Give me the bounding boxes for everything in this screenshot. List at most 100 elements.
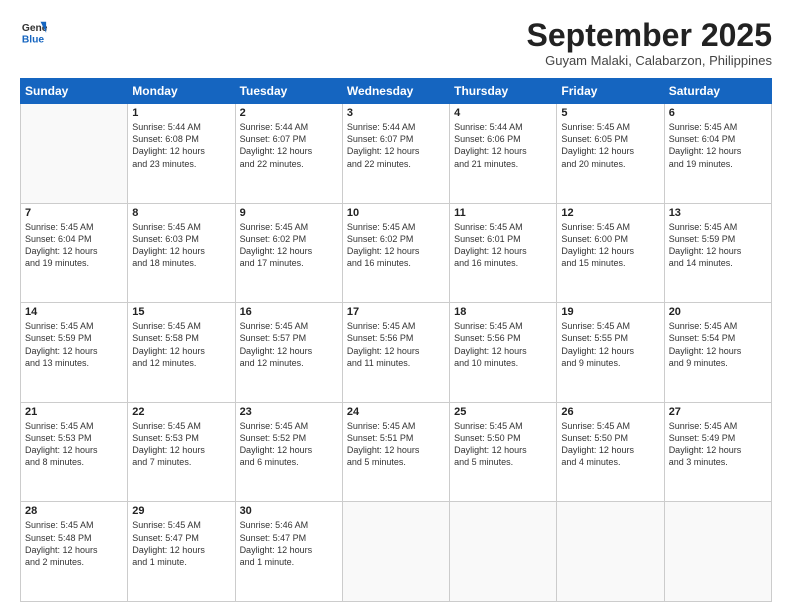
table-row: 17Sunrise: 5:45 AM Sunset: 5:56 PM Dayli… [342, 303, 449, 403]
table-row [342, 502, 449, 602]
day-info: Sunrise: 5:44 AM Sunset: 6:08 PM Dayligh… [132, 121, 230, 170]
table-row: 27 Sunrise: 5:45 AM Sunset: 5:49 PM Dayli… [664, 402, 771, 502]
day-info: Sunrise: 5:45 AM Sunset: 6:03 PM Dayligh… [132, 221, 230, 270]
day-info: Sunrise: 5:44 AM Sunset: 6:07 PM Dayligh… [347, 121, 445, 170]
svg-text:Blue: Blue [22, 34, 45, 45]
day-number: 1 [132, 107, 230, 119]
day-number: 26 [561, 406, 659, 418]
location: Guyam Malaki, Calabarzon, Philippines [527, 53, 772, 68]
col-friday: Friday [557, 79, 664, 104]
day-info: Sunrise: 5:45 AM Sunset: 5:50 PM Dayligh… [561, 420, 659, 469]
col-wednesday: Wednesday [342, 79, 449, 104]
day-number: 29 [132, 505, 230, 517]
title-block: September 2025 Guyam Malaki, Calabarzon,… [527, 18, 772, 68]
day-number: 6 [669, 107, 767, 119]
table-row: 7 Sunrise: 5:45 AM Sunset: 6:04 PM Daylig… [21, 203, 128, 303]
day-number: 19 [561, 306, 659, 318]
day-number: 8 [132, 207, 230, 219]
day-info: Sunrise: 5:45 AM Sunset: 5:49 PM Dayligh… [669, 420, 767, 469]
day-info: Sunrise: 5:45 AM Sunset: 5:56 PM Dayligh… [347, 320, 445, 369]
day-number: 10 [347, 207, 445, 219]
table-row: 20Sunrise: 5:45 AM Sunset: 5:54 PM Dayli… [664, 303, 771, 403]
table-row: 24 Sunrise: 5:45 AM Sunset: 5:51 PM Dayli… [342, 402, 449, 502]
day-number: 18 [454, 306, 552, 318]
table-row: 23 Sunrise: 5:45 AM Sunset: 5:52 PM Dayli… [235, 402, 342, 502]
day-info: Sunrise: 5:45 AM Sunset: 6:02 PM Dayligh… [240, 221, 338, 270]
day-number: 2 [240, 107, 338, 119]
logo-icon: General Blue [20, 18, 48, 46]
table-row: 13Sunrise: 5:45 AM Sunset: 5:59 PM Dayli… [664, 203, 771, 303]
table-row: 22 Sunrise: 5:45 AM Sunset: 5:53 PM Dayli… [128, 402, 235, 502]
table-row: 21Sunrise: 5:45 AM Sunset: 5:53 PM Dayli… [21, 402, 128, 502]
header: General Blue September 2025 Guyam Malaki… [20, 18, 772, 68]
day-number: 3 [347, 107, 445, 119]
day-info: Sunrise: 5:44 AM Sunset: 6:07 PM Dayligh… [240, 121, 338, 170]
day-info: Sunrise: 5:45 AM Sunset: 5:51 PM Dayligh… [347, 420, 445, 469]
table-row: 15Sunrise: 5:45 AM Sunset: 5:58 PM Dayli… [128, 303, 235, 403]
day-number: 14 [25, 306, 123, 318]
day-info: Sunrise: 5:45 AM Sunset: 5:52 PM Dayligh… [240, 420, 338, 469]
day-number: 7 [25, 207, 123, 219]
day-info: Sunrise: 5:46 AM Sunset: 5:47 PM Dayligh… [240, 519, 338, 568]
table-row [557, 502, 664, 602]
page: General Blue September 2025 Guyam Malaki… [0, 0, 792, 612]
day-info: Sunrise: 5:45 AM Sunset: 5:48 PM Dayligh… [25, 519, 123, 568]
table-row: 12 Sunrise: 5:45 AM Sunset: 6:00 PM Dayli… [557, 203, 664, 303]
table-row: 28 Sunrise: 5:45 AM Sunset: 5:48 PM Dayli… [21, 502, 128, 602]
day-info: Sunrise: 5:45 AM Sunset: 5:54 PM Dayligh… [669, 320, 767, 369]
day-number: 25 [454, 406, 552, 418]
day-number: 5 [561, 107, 659, 119]
table-row: 5 Sunrise: 5:45 AM Sunset: 6:05 PM Daylig… [557, 104, 664, 204]
day-number: 11 [454, 207, 552, 219]
table-row [21, 104, 128, 204]
table-row: 25 Sunrise: 5:45 AM Sunset: 5:50 PM Dayli… [450, 402, 557, 502]
col-monday: Monday [128, 79, 235, 104]
table-row: 14 Sunrise: 5:45 AM Sunset: 5:59 PM Dayli… [21, 303, 128, 403]
day-number: 4 [454, 107, 552, 119]
table-row: 29 Sunrise: 5:45 AM Sunset: 5:47 PM Dayli… [128, 502, 235, 602]
day-info: Sunrise: 5:45 AM Sunset: 5:47 PM Dayligh… [132, 519, 230, 568]
day-info: Sunrise: 5:45 AM Sunset: 6:04 PM Dayligh… [669, 121, 767, 170]
table-row: 19Sunrise: 5:45 AM Sunset: 5:55 PM Dayli… [557, 303, 664, 403]
calendar-header-row: Sunday Monday Tuesday Wednesday Thursday… [21, 79, 772, 104]
day-number: 24 [347, 406, 445, 418]
day-number: 27 [669, 406, 767, 418]
day-info: Sunrise: 5:45 AM Sunset: 6:01 PM Dayligh… [454, 221, 552, 270]
day-info: Sunrise: 5:45 AM Sunset: 6:05 PM Dayligh… [561, 121, 659, 170]
table-row: 18 Sunrise: 5:45 AM Sunset: 5:56 PM Dayli… [450, 303, 557, 403]
table-row: 11 Sunrise: 5:45 AM Sunset: 6:01 PM Dayli… [450, 203, 557, 303]
day-number: 21 [25, 406, 123, 418]
col-saturday: Saturday [664, 79, 771, 104]
table-row: 30 Sunrise: 5:46 AM Sunset: 5:47 PM Dayli… [235, 502, 342, 602]
table-row: 9 Sunrise: 5:45 AM Sunset: 6:02 PM Daylig… [235, 203, 342, 303]
day-info: Sunrise: 5:45 AM Sunset: 5:57 PM Dayligh… [240, 320, 338, 369]
day-number: 13 [669, 207, 767, 219]
day-info: Sunrise: 5:45 AM Sunset: 6:04 PM Dayligh… [25, 221, 123, 270]
table-row: 26 Sunrise: 5:45 AM Sunset: 5:50 PM Dayli… [557, 402, 664, 502]
table-row [450, 502, 557, 602]
logo: General Blue [20, 18, 48, 46]
table-row: 6 Sunrise: 5:45 AM Sunset: 6:04 PM Daylig… [664, 104, 771, 204]
day-number: 30 [240, 505, 338, 517]
table-row: 8 Sunrise: 5:45 AM Sunset: 6:03 PM Daylig… [128, 203, 235, 303]
col-tuesday: Tuesday [235, 79, 342, 104]
col-sunday: Sunday [21, 79, 128, 104]
day-info: Sunrise: 5:45 AM Sunset: 6:02 PM Dayligh… [347, 221, 445, 270]
table-row: 16Sunrise: 5:45 AM Sunset: 5:57 PM Dayli… [235, 303, 342, 403]
day-info: Sunrise: 5:45 AM Sunset: 5:53 PM Dayligh… [132, 420, 230, 469]
day-info: Sunrise: 5:45 AM Sunset: 5:59 PM Dayligh… [25, 320, 123, 369]
table-row: 4Sunrise: 5:44 AM Sunset: 6:06 PM Daylig… [450, 104, 557, 204]
table-row: 10 Sunrise: 5:45 AM Sunset: 6:02 PM Dayli… [342, 203, 449, 303]
day-info: Sunrise: 5:45 AM Sunset: 5:56 PM Dayligh… [454, 320, 552, 369]
day-info: Sunrise: 5:45 AM Sunset: 6:00 PM Dayligh… [561, 221, 659, 270]
table-row: 2 Sunrise: 5:44 AM Sunset: 6:07 PM Daylig… [235, 104, 342, 204]
table-row: 1 Sunrise: 5:44 AM Sunset: 6:08 PM Daylig… [128, 104, 235, 204]
day-number: 23 [240, 406, 338, 418]
day-number: 9 [240, 207, 338, 219]
day-number: 22 [132, 406, 230, 418]
col-thursday: Thursday [450, 79, 557, 104]
day-info: Sunrise: 5:45 AM Sunset: 5:58 PM Dayligh… [132, 320, 230, 369]
day-number: 12 [561, 207, 659, 219]
day-info: Sunrise: 5:45 AM Sunset: 5:50 PM Dayligh… [454, 420, 552, 469]
day-number: 28 [25, 505, 123, 517]
